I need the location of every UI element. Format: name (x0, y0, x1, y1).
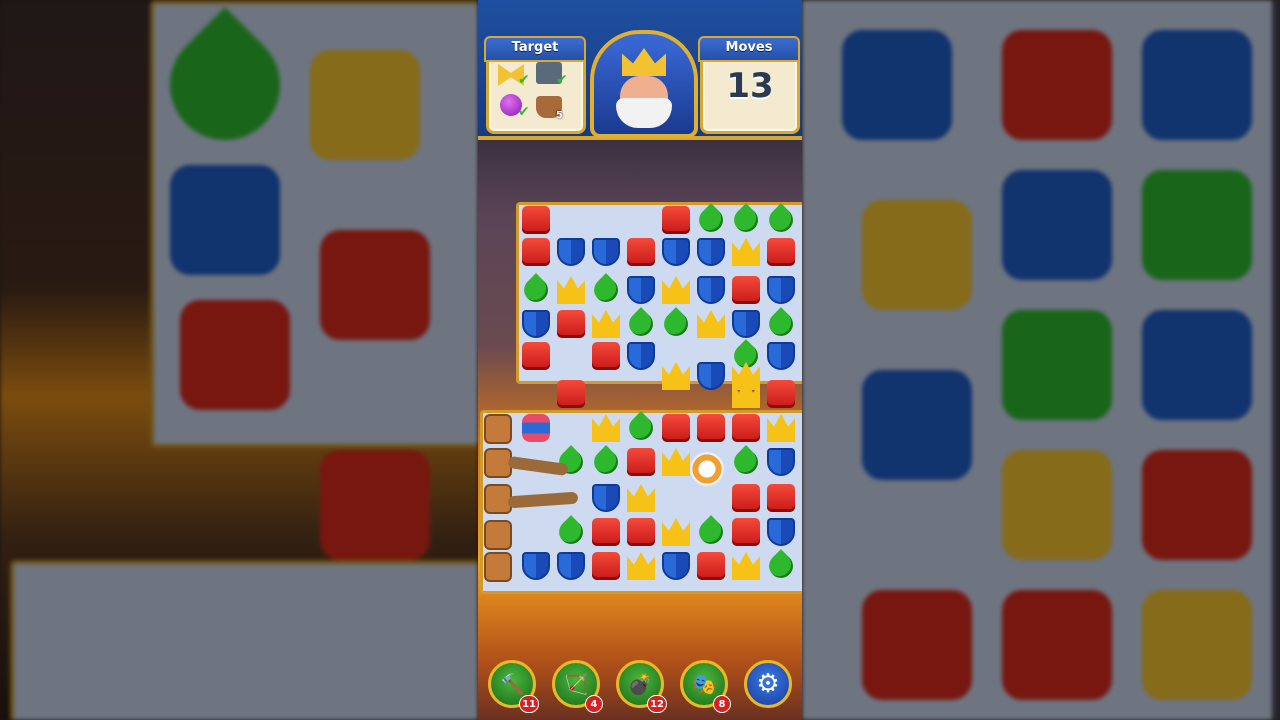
crown-icon (622, 48, 666, 76)
game-piece[interactable] (627, 238, 655, 266)
game-piece[interactable] (627, 342, 655, 370)
booster-count: 11 (519, 695, 539, 713)
game-piece[interactable] (732, 518, 760, 546)
game-piece[interactable] (662, 414, 690, 442)
log-obstacle (484, 552, 512, 582)
game-piece[interactable] (697, 552, 725, 580)
game-piece[interactable] (592, 342, 620, 370)
check-icon: ✔ (556, 72, 568, 88)
booster-count: 12 (647, 695, 667, 713)
arrow-booster[interactable]: 🏹 4 (552, 660, 603, 713)
game-piece[interactable] (732, 310, 760, 338)
hammer-icon: 🔨 (499, 672, 525, 696)
game-piece[interactable] (522, 206, 550, 234)
game-screen: Target ✔ ✔ ✔ 5 Moves 13 🔨 11 🏹 4 💣 12 🎭 … (478, 0, 802, 720)
game-piece[interactable] (767, 342, 795, 370)
booster-bar: 🔨 11 🏹 4 💣 12 🎭 8 ⚙ (478, 654, 802, 720)
jester-hat-icon: 🎭 (691, 672, 717, 696)
king-avatar (590, 30, 698, 138)
lantern-icon (522, 414, 550, 442)
booster-count: 8 (713, 695, 731, 713)
game-piece[interactable] (767, 276, 795, 304)
game-piece[interactable] (662, 238, 690, 266)
check-icon: ✔ (518, 72, 530, 88)
game-piece[interactable] (767, 484, 795, 512)
game-piece[interactable] (627, 276, 655, 304)
game-piece[interactable] (662, 206, 690, 234)
game-piece[interactable] (627, 448, 655, 476)
game-piece[interactable] (557, 380, 585, 408)
top-hud: Target ✔ ✔ ✔ 5 Moves 13 (478, 0, 802, 140)
game-piece[interactable] (592, 518, 620, 546)
game-piece[interactable] (592, 552, 620, 580)
booster-count: 4 (585, 695, 603, 713)
background-left (0, 0, 478, 720)
game-piece[interactable] (662, 552, 690, 580)
game-piece[interactable] (592, 238, 620, 266)
game-piece[interactable] (732, 484, 760, 512)
hammer-booster[interactable]: 🔨 11 (488, 660, 539, 713)
game-piece[interactable] (522, 238, 550, 266)
game-piece[interactable] (767, 380, 795, 408)
background-right (802, 0, 1280, 720)
moves-label: Moves (698, 36, 800, 62)
gear-icon: ⚙ (756, 669, 780, 699)
game-piece[interactable] (557, 238, 585, 266)
game-piece[interactable] (522, 342, 550, 370)
game-piece[interactable] (592, 484, 620, 512)
game-piece[interactable] (697, 362, 725, 390)
log-obstacle (484, 520, 512, 550)
log-obstacle (484, 414, 512, 444)
game-piece[interactable] (697, 238, 725, 266)
game-piece[interactable] (627, 518, 655, 546)
game-piece[interactable] (767, 238, 795, 266)
game-piece[interactable] (732, 276, 760, 304)
bomb-sparkle-icon (690, 452, 724, 486)
arrow-icon: 🏹 (563, 672, 589, 696)
flower-pot-remaining: 5 (556, 110, 563, 121)
game-piece[interactable] (697, 276, 725, 304)
game-piece[interactable] (767, 518, 795, 546)
game-piece[interactable] (697, 414, 725, 442)
jester-hat-booster[interactable]: 🎭 8 (680, 660, 731, 713)
game-piece[interactable] (522, 310, 550, 338)
moves-counter: 13 (726, 66, 774, 106)
cannon-booster[interactable]: 💣 12 (616, 660, 667, 713)
target-label: Target (484, 36, 586, 62)
cannon-icon: 💣 (627, 672, 653, 696)
game-piece[interactable] (767, 448, 795, 476)
check-icon: ✔ (518, 104, 530, 120)
game-piece[interactable] (557, 552, 585, 580)
game-piece[interactable] (732, 414, 760, 442)
game-piece[interactable] (522, 552, 550, 580)
game-piece[interactable] (557, 310, 585, 338)
settings-button[interactable]: ⚙ (744, 660, 792, 708)
